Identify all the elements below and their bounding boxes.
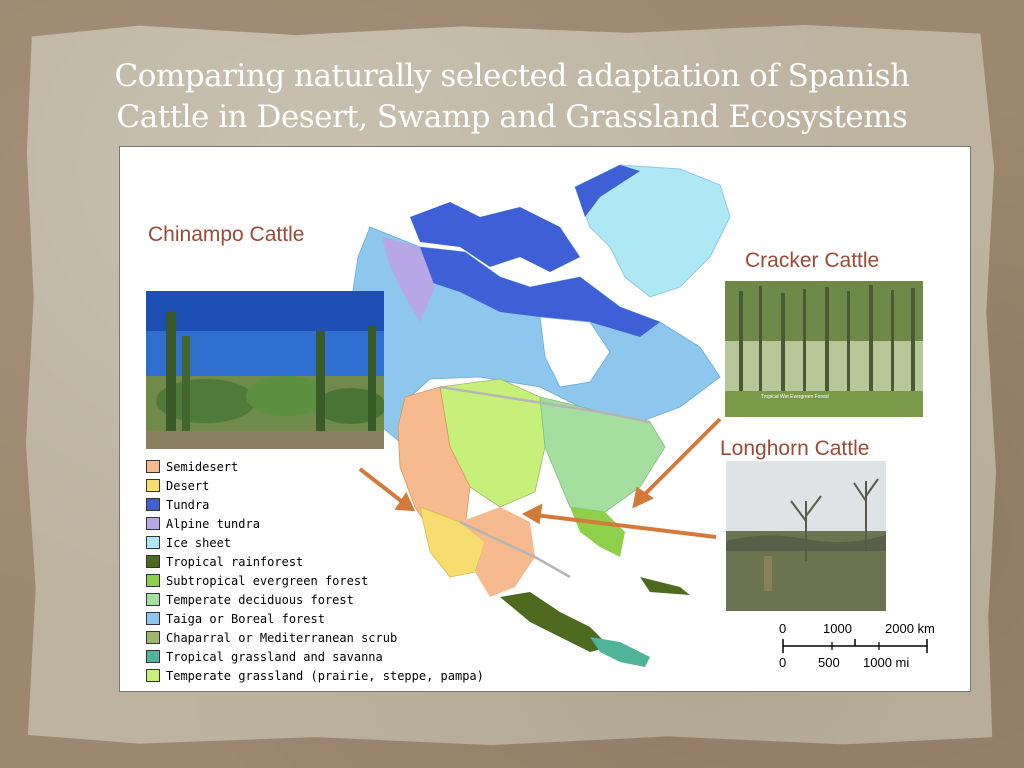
legend-label: Chaparral or Mediterranean scrub <box>166 630 398 645</box>
slide-title: Comparing naturally selected adaptation … <box>40 56 984 138</box>
legend-item: Taiga or Boreal forest <box>146 609 484 628</box>
mexico-rainforest <box>500 592 610 652</box>
desert-photo <box>146 291 384 449</box>
legend-item: Semidesert <box>146 457 484 476</box>
forest-photo-caption: Tropical Wet Evergreen Forest <box>761 394 829 400</box>
legend-label: Tropical grassland and savanna <box>166 649 383 664</box>
longhorn-arrow <box>534 513 717 539</box>
legend-label: Subtropical evergreen forest <box>166 573 369 588</box>
legend-item: Tropical rainforest <box>146 552 484 571</box>
legend-item: Ice sheet <box>146 533 484 552</box>
title-line-1: Comparing naturally selected adaptation … <box>114 58 910 94</box>
legend-label: Tundra <box>166 497 210 512</box>
legend-swatch <box>146 650 160 663</box>
legend-swatch <box>146 536 160 549</box>
legend-swatch <box>146 631 160 644</box>
legend-swatch <box>146 669 160 682</box>
legend-label: Desert <box>166 478 210 493</box>
legend-swatch <box>146 498 160 511</box>
legend-label: Tropical rainforest <box>166 554 304 569</box>
legend-label: Taiga or Boreal forest <box>166 611 325 626</box>
central-america-savanna <box>590 637 650 667</box>
map-panel: Chinampo Cattle Cracker Cattle Longhorn … <box>119 146 971 692</box>
scale-mi-500: 500 <box>818 655 840 670</box>
legend-swatch <box>146 593 160 606</box>
forest-photo: Tropical Wet Evergreen Forest <box>725 281 923 417</box>
legend-swatch <box>146 612 160 625</box>
legend-item: Temperate deciduous forest <box>146 590 484 609</box>
scale-mi-0: 0 <box>779 655 787 670</box>
map-scale: 0 1000 2000 km 0 500 1000 mi <box>775 621 955 677</box>
title-line-2: Cattle in Desert, Swamp and Grassland Ec… <box>116 99 908 135</box>
longhorn-arrowhead <box>521 503 543 525</box>
legend-label: Temperate grassland (prairie, steppe, pa… <box>166 668 484 683</box>
legend-label: Ice sheet <box>166 535 232 550</box>
longhorn-cattle-label: Longhorn Cattle <box>720 437 870 460</box>
legend-item: Subtropical evergreen forest <box>146 571 484 590</box>
legend-swatch <box>146 555 160 568</box>
grassland-photo <box>726 461 886 611</box>
scale-km-1000: 1000 <box>823 621 852 636</box>
subtropical-forest <box>570 507 625 557</box>
legend-swatch <box>146 460 160 473</box>
legend-swatch <box>146 574 160 587</box>
legend-item: Tropical grassland and savanna <box>146 647 484 666</box>
legend-label: Temperate deciduous forest <box>166 592 354 607</box>
legend-item: Tundra <box>146 495 484 514</box>
cracker-cattle-label: Cracker Cattle <box>745 249 880 272</box>
legend-item: Desert <box>146 476 484 495</box>
scale-km-0: 0 <box>779 621 787 636</box>
chinampo-cattle-label: Chinampo Cattle <box>148 223 305 246</box>
legend-item: Chaparral or Mediterranean scrub <box>146 628 484 647</box>
legend-item: Alpine tundra <box>146 514 484 533</box>
legend-label: Semidesert <box>166 459 239 474</box>
scale-km-2000: 2000 km <box>885 621 935 636</box>
caribbean-islands <box>640 577 690 595</box>
legend-swatch <box>146 479 160 492</box>
legend-label: Alpine tundra <box>166 516 260 531</box>
biome-legend: Semidesert Desert Tundra Alpine tundra Ice s… <box>146 457 484 685</box>
legend-item: Temperate grassland (prairie, steppe, pa… <box>146 666 484 685</box>
legend-swatch <box>146 517 160 530</box>
scale-mi-1000: 1000 mi <box>863 655 910 670</box>
